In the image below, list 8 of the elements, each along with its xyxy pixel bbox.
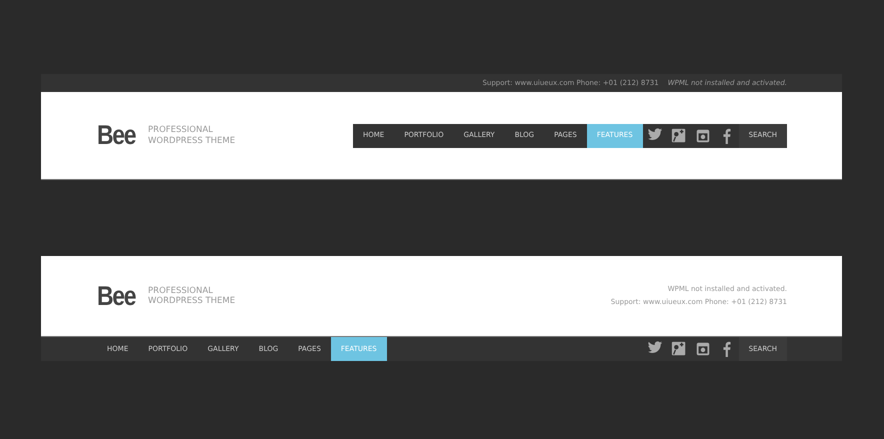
camera-icon[interactable] [694,341,711,357]
tagline: PROFESSIONAL [148,125,214,136]
camera-icon[interactable] [694,128,711,144]
tagline: PROFESSIONAL [148,286,214,296]
tagline: WORDPRESS THEME [148,296,236,306]
tagline: WORDPRESS THEME [148,136,236,146]
logo-text: Bee [97,122,136,149]
logo-text: Bee [97,282,136,310]
